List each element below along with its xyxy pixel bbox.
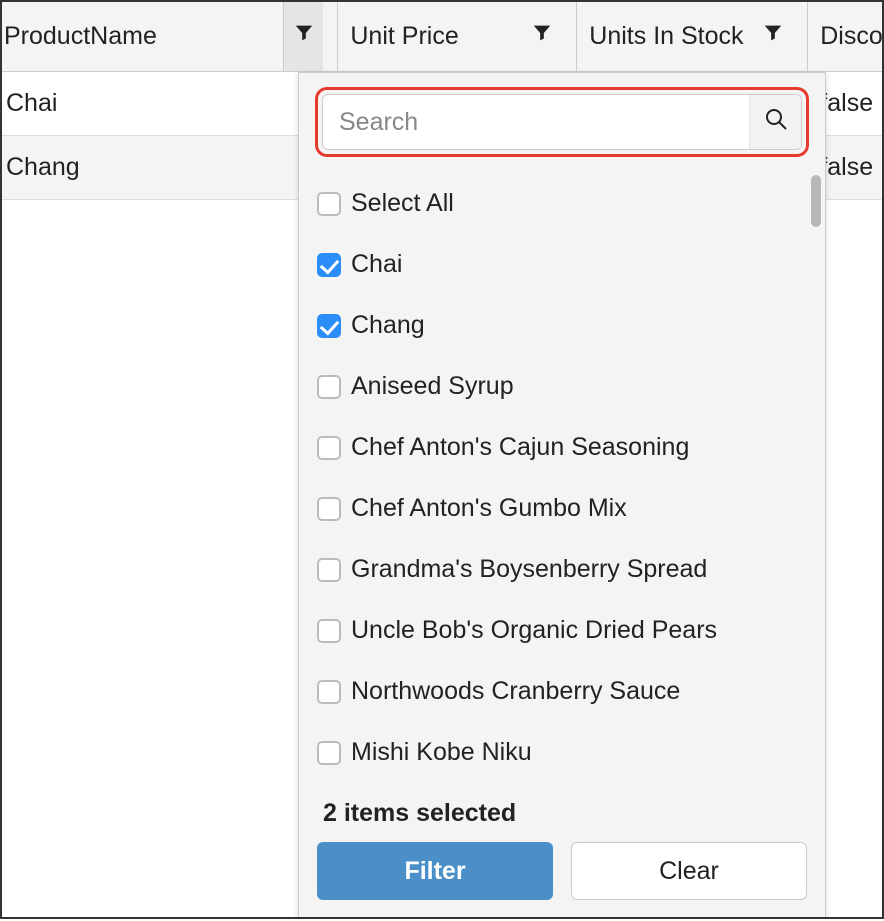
option-label: Chai: [351, 250, 402, 279]
option-label: Mishi Kobe Niku: [351, 738, 532, 767]
checkbox[interactable]: [317, 314, 341, 338]
option-label: Chang: [351, 311, 425, 340]
option-label: Aniseed Syrup: [351, 372, 514, 401]
filter-options-list[interactable]: Select All Chai Chang Aniseed Syrup Chef…: [299, 169, 825, 793]
header-unit-price[interactable]: Unit Price: [338, 2, 577, 71]
selected-count: 2 items selected: [299, 793, 825, 838]
checkbox[interactable]: [317, 436, 341, 460]
search-icon: [764, 107, 788, 137]
filter-popup: Select All Chai Chang Aniseed Syrup Chef…: [298, 72, 826, 919]
option-item[interactable]: Mishi Kobe Niku: [317, 722, 821, 783]
checkbox[interactable]: [317, 558, 341, 582]
checkbox[interactable]: [317, 680, 341, 704]
filter-icon-unit-price[interactable]: [522, 2, 562, 71]
checkbox[interactable]: [317, 375, 341, 399]
option-label: Northwoods Cranberry Sauce: [351, 677, 680, 706]
option-item[interactable]: Aniseed Syrup: [317, 356, 821, 417]
button-label: Filter: [404, 857, 465, 886]
header-label: ProductName: [4, 22, 157, 51]
search-highlight: [315, 87, 809, 157]
header-units-in-stock[interactable]: Units In Stock: [577, 2, 808, 71]
option-item[interactable]: Chang: [317, 295, 821, 356]
option-label: Select All: [351, 189, 454, 218]
data-grid: ProductName Unit Price Units In Stock: [0, 0, 884, 919]
header-row: ProductName Unit Price Units In Stock: [2, 2, 882, 72]
checkbox[interactable]: [317, 497, 341, 521]
option-label: Chef Anton's Gumbo Mix: [351, 494, 627, 523]
option-item[interactable]: Grandma's Boysenberry Spread: [317, 539, 821, 600]
filter-buttons: Filter Clear: [299, 838, 825, 918]
option-label: Grandma's Boysenberry Spread: [351, 555, 707, 584]
search-box: [322, 94, 802, 150]
option-item[interactable]: Chai: [317, 234, 821, 295]
header-product-name[interactable]: ProductName: [2, 2, 338, 71]
cell-product-name: Chai: [2, 72, 338, 135]
funnel-icon: [762, 22, 784, 51]
filter-icon-product-name[interactable]: [283, 2, 323, 71]
header-label: Discontinued: [820, 22, 882, 51]
filter-button[interactable]: Filter: [317, 842, 553, 900]
option-item[interactable]: Chef Anton's Gumbo Mix: [317, 478, 821, 539]
option-label: Chef Anton's Cajun Seasoning: [351, 433, 689, 462]
header-label: Unit Price: [350, 22, 458, 51]
search-input[interactable]: [323, 108, 749, 137]
option-label: Uncle Bob's Organic Dried Pears: [351, 616, 717, 645]
option-select-all[interactable]: Select All: [317, 173, 821, 234]
option-item[interactable]: Uncle Bob's Organic Dried Pears: [317, 600, 821, 661]
cell-product-name: Chang: [2, 136, 338, 199]
checkbox[interactable]: [317, 192, 341, 216]
clear-button[interactable]: Clear: [571, 842, 807, 900]
funnel-icon: [531, 22, 553, 51]
filter-icon-units-in-stock[interactable]: [753, 2, 793, 71]
funnel-icon: [293, 22, 315, 51]
checkbox[interactable]: [317, 741, 341, 765]
option-item[interactable]: Chef Anton's Cajun Seasoning: [317, 417, 821, 478]
button-label: Clear: [659, 857, 719, 886]
scrollbar-thumb[interactable]: [811, 175, 821, 227]
header-label: Units In Stock: [589, 22, 743, 51]
search-button[interactable]: [749, 95, 801, 149]
option-item[interactable]: Northwoods Cranberry Sauce: [317, 661, 821, 722]
checkbox[interactable]: [317, 253, 341, 277]
checkbox[interactable]: [317, 619, 341, 643]
header-discontinued[interactable]: Discontinued: [808, 2, 882, 71]
